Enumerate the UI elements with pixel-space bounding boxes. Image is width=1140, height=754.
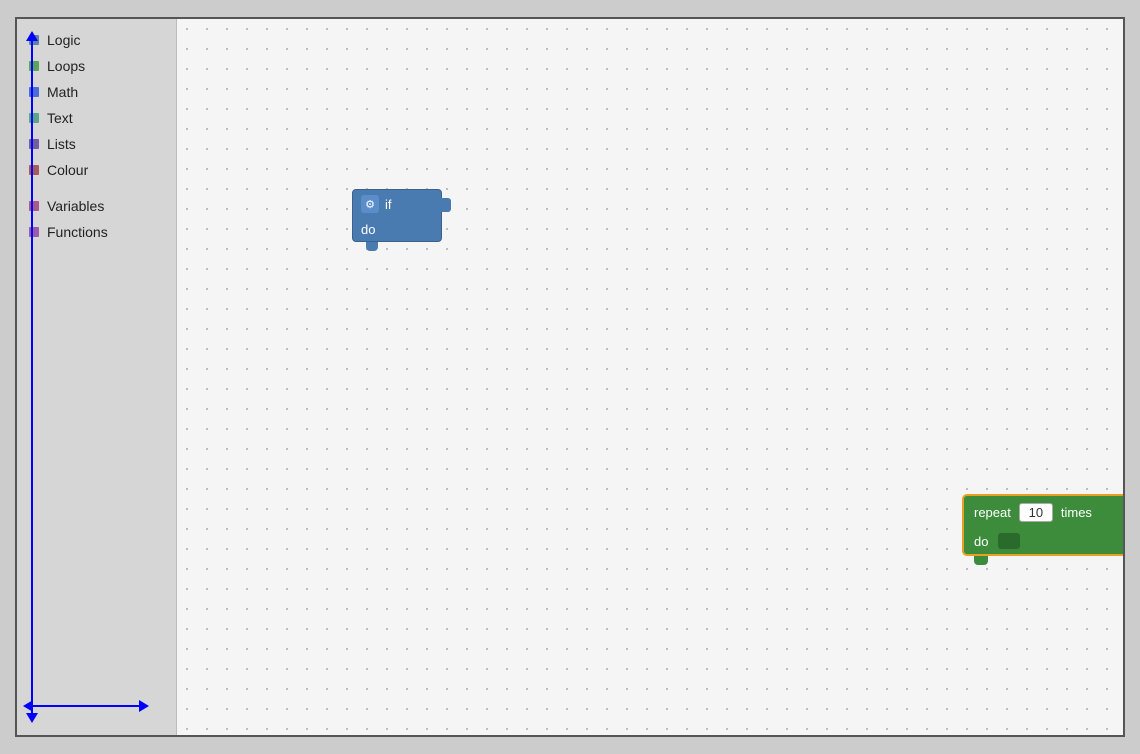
vertical-arrow — [31, 39, 33, 715]
repeat-label: repeat — [974, 505, 1011, 520]
sidebar-item-math[interactable]: Math — [17, 79, 176, 105]
sidebar-label-logic: Logic — [47, 32, 80, 48]
if-block-top: ⚙ if — [353, 190, 441, 218]
sidebar-label-loops: Loops — [47, 58, 85, 74]
if-block-bottom: do — [353, 218, 441, 241]
sidebar-label-colour: Colour — [47, 162, 88, 178]
if-right-notch — [441, 198, 451, 212]
if-puzzle-out — [366, 241, 378, 251]
repeat-block-inner: repeat times do — [962, 494, 1123, 556]
sidebar-item-variables[interactable]: Variables — [17, 193, 176, 219]
repeat-count-input[interactable] — [1019, 503, 1053, 522]
main-container: Logic Loops Math Text Lists Colour Varia… — [15, 17, 1125, 737]
repeat-block-top: repeat times — [964, 496, 1123, 528]
sidebar-item-colour[interactable]: Colour — [17, 157, 176, 183]
gear-icon[interactable]: ⚙ — [361, 195, 379, 213]
sidebar-item-logic[interactable]: Logic — [17, 27, 176, 53]
times-label: times — [1061, 505, 1092, 520]
do-indent: do — [361, 222, 375, 237]
sidebar-item-text[interactable]: Text — [17, 105, 176, 131]
if-label: if — [385, 197, 392, 212]
canvas-area[interactable]: ⚙ if do repeat times — [177, 19, 1123, 735]
sidebar-label-lists: Lists — [47, 136, 76, 152]
sidebar: Logic Loops Math Text Lists Colour Varia… — [17, 19, 177, 735]
horizontal-arrow — [31, 705, 141, 707]
repeat-puzzle-out — [974, 555, 988, 565]
sidebar-item-loops[interactable]: Loops — [17, 53, 176, 79]
sidebar-item-functions[interactable]: Functions — [17, 219, 176, 245]
repeat-block-bottom: do — [964, 528, 1123, 554]
if-block-inner: ⚙ if do — [352, 189, 442, 242]
if-block[interactable]: ⚙ if do — [352, 189, 442, 251]
sidebar-item-lists[interactable]: Lists — [17, 131, 176, 157]
repeat-do-notch — [998, 533, 1020, 549]
sidebar-spacer — [17, 183, 176, 193]
sidebar-label-math: Math — [47, 84, 78, 100]
sidebar-label-variables: Variables — [47, 198, 104, 214]
sidebar-label-functions: Functions — [47, 224, 108, 240]
do-label: do — [361, 222, 375, 237]
sidebar-label-text: Text — [47, 110, 73, 126]
repeat-do-label: do — [974, 534, 988, 549]
repeat-block[interactable]: repeat times do — [962, 494, 1123, 565]
